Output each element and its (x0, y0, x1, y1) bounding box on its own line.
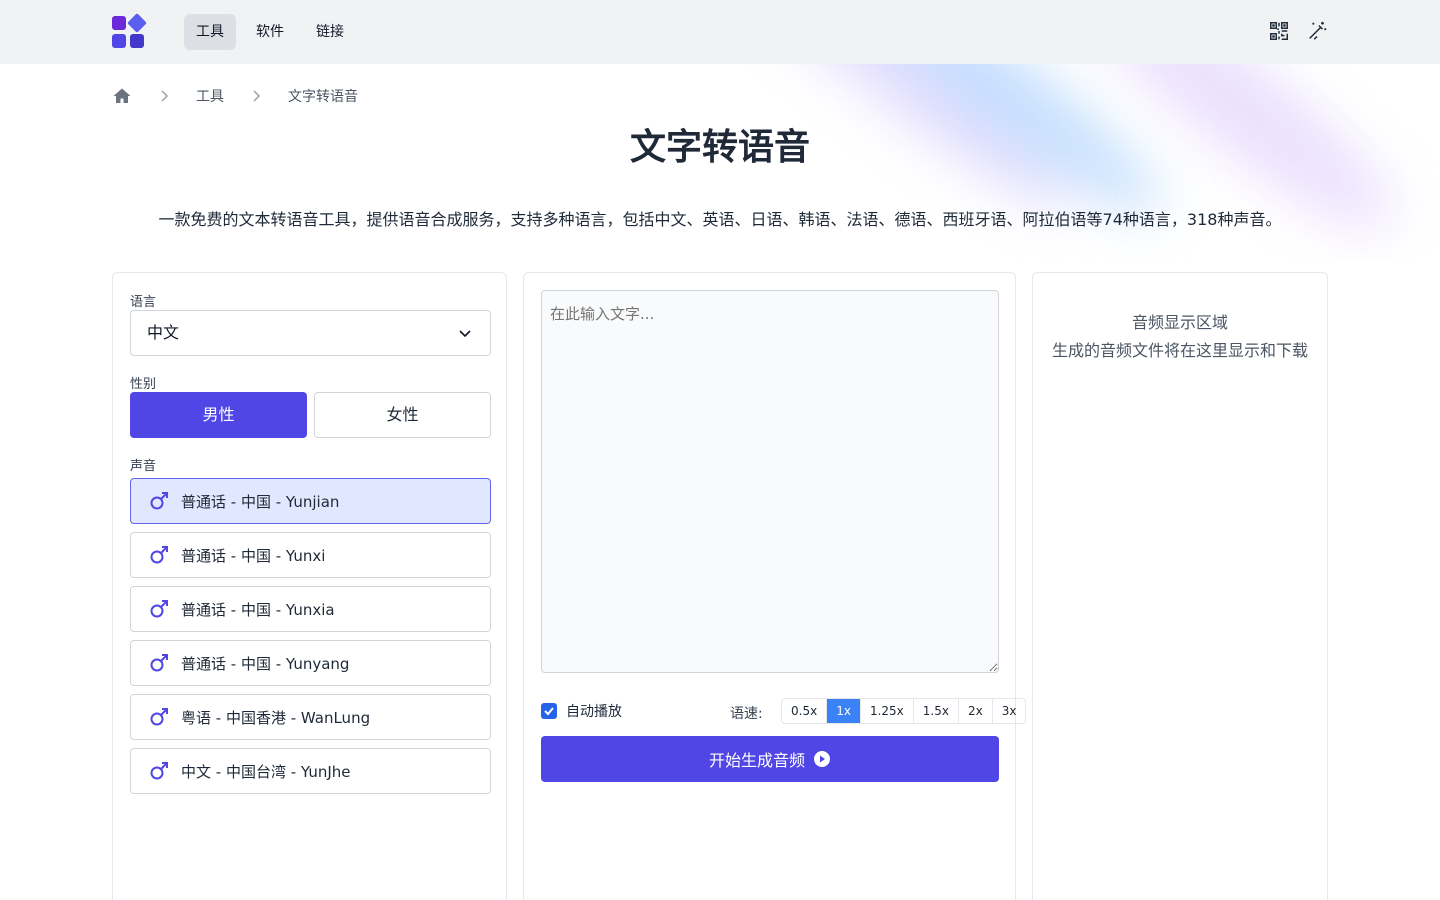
language-select[interactable]: 中文 (130, 310, 491, 356)
generate-audio-button[interactable]: 开始生成音频 (541, 736, 999, 782)
audio-area-title: 音频显示区域 (1131, 313, 1228, 332)
voice-item-yunjian[interactable]: 普通话 - 中国 - Yunjian (130, 478, 491, 524)
voice-item-yunjhe[interactable]: 中文 - 中国台湾 - YunJhe (130, 748, 491, 794)
male-icon (150, 654, 168, 672)
play-circle-icon (814, 751, 830, 767)
speed-option-1x[interactable]: 1x (827, 699, 861, 723)
voice-item-label: 普通话 - 中国 - Yunyang (181, 654, 350, 673)
male-icon (150, 600, 168, 618)
voice-item-label: 普通话 - 中国 - Yunxi (181, 546, 326, 565)
speed-option-1-25x[interactable]: 1.25x (861, 699, 914, 723)
voice-item-label: 普通话 - 中国 - Yunjian (181, 492, 340, 511)
audio-panel: 音频显示区域 生成的音频文件将在这里显示和下载 (1032, 272, 1328, 900)
language-label: 语言 (130, 295, 157, 310)
gender-label: 性别 (130, 377, 157, 392)
speed-option-2x[interactable]: 2x (959, 699, 993, 723)
chevron-down-icon (459, 330, 471, 338)
male-icon (150, 546, 168, 564)
autoplay-checkbox[interactable] (541, 703, 557, 719)
qrcode-icon[interactable] (1268, 20, 1290, 42)
settings-panel: 语言 中文 性别 男性 女性 声音 普通话 - 中国 - Yunjian 普通话… (112, 272, 507, 900)
audio-area-subtitle: 生成的音频文件将在这里显示和下载 (1051, 341, 1308, 360)
speed-option-0-5x[interactable]: 0.5x (782, 699, 828, 723)
male-icon (150, 708, 168, 726)
voice-item-yunxi[interactable]: 普通话 - 中国 - Yunxi (130, 532, 491, 578)
nav-item-tools[interactable]: 工具 (184, 14, 236, 50)
voice-item-yunyang[interactable]: 普通话 - 中国 - Yunyang (130, 640, 491, 686)
autoplay-toggle[interactable]: 自动播放 (541, 701, 622, 721)
page-title: 文字转语音 (629, 127, 810, 168)
voice-item-yunxia[interactable]: 普通话 - 中国 - Yunxia (130, 586, 491, 632)
gender-male-button[interactable]: 男性 (130, 392, 307, 438)
home-icon[interactable] (112, 86, 132, 106)
gender-female-button[interactable]: 女性 (314, 392, 491, 438)
speed-option-3x[interactable]: 3x (993, 699, 1026, 723)
generate-audio-label: 开始生成音频 (708, 751, 805, 770)
chevron-right-icon (161, 90, 169, 102)
speed-label: 语速: (730, 706, 763, 722)
speed-option-1-5x[interactable]: 1.5x (914, 699, 959, 723)
voice-item-label: 粤语 - 中国香港 - WanLung (181, 708, 371, 727)
speed-selector: 0.5x 1x 1.25x 1.5x 2x 3x (781, 698, 1027, 724)
voice-label: 声音 (130, 459, 157, 474)
male-icon (150, 492, 168, 510)
voice-item-label: 中文 - 中国台湾 - YunJhe (181, 762, 351, 781)
top-navbar: 工具 软件 链接 (0, 0, 1440, 64)
nav-item-links[interactable]: 链接 (304, 14, 356, 50)
check-icon (544, 707, 554, 716)
breadcrumb-item-tools[interactable]: 工具 (196, 86, 224, 106)
male-icon (150, 762, 168, 780)
logo-icon[interactable] (112, 13, 147, 48)
language-select-value: 中文 (147, 323, 180, 342)
voice-item-wanlung[interactable]: 粤语 - 中国香港 - WanLung (130, 694, 491, 740)
breadcrumb-item-current: 文字转语音 (288, 89, 358, 105)
editor-panel: 自动播放 语速: 0.5x 1x 1.25x 1.5x 2x 3x 开始生成音频 (523, 272, 1027, 900)
magic-wand-icon[interactable] (1306, 20, 1328, 42)
top-actions (1268, 20, 1328, 42)
chevron-right-icon (253, 90, 261, 102)
nav-item-software[interactable]: 软件 (244, 14, 296, 50)
breadcrumb: 工具 文字转语音 (112, 86, 358, 106)
page-description: 一款免费的文本转语音工具，提供语音合成服务，支持多种语言，包括中文、英语、日语、… (158, 210, 1282, 229)
autoplay-label: 自动播放 (566, 704, 622, 720)
text-input[interactable] (541, 290, 999, 673)
voice-item-label: 普通话 - 中国 - Yunxia (181, 600, 335, 619)
main-nav: 工具 软件 链接 (184, 14, 356, 50)
